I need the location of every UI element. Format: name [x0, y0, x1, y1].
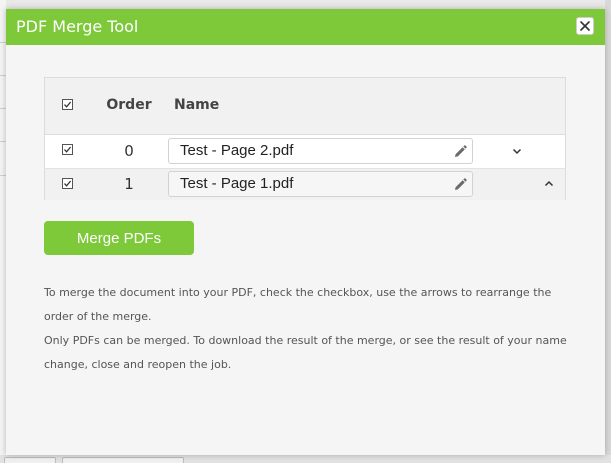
instructions-line-2: Only PDFs can be merged. To download the…	[44, 334, 567, 371]
row-order: 0	[124, 142, 134, 160]
dialog-header: PDF Merge Tool	[6, 9, 605, 45]
column-header-name[interactable]: Name	[174, 97, 219, 113]
filename-field[interactable]: Test - Page 2.pdf	[168, 138, 473, 164]
background-app-bottom-edge	[0, 455, 611, 463]
check-icon	[64, 146, 72, 153]
pencil-icon[interactable]	[452, 144, 468, 160]
close-button[interactable]	[576, 17, 594, 35]
select-all-checkbox[interactable]	[62, 99, 73, 110]
instructions-line-1: To merge the document into your PDF, che…	[44, 286, 552, 323]
row-checkbox[interactable]	[62, 178, 73, 189]
row-checkbox[interactable]	[62, 144, 73, 155]
chevron-up-icon[interactable]	[543, 178, 555, 190]
column-header-order[interactable]: Order	[101, 97, 157, 113]
row-order: 1	[124, 175, 134, 193]
check-icon	[64, 180, 72, 187]
merge-pdfs-button[interactable]: Merge PDFs	[44, 221, 194, 255]
close-icon	[580, 21, 590, 31]
filename-text: Test - Page 1.pdf	[180, 175, 294, 192]
pencil-icon[interactable]	[452, 177, 468, 193]
background-app-right-edge	[605, 0, 611, 463]
filename-field[interactable]: Test - Page 1.pdf	[168, 171, 473, 197]
pdf-merge-dialog: PDF Merge Tool Order Name 0 Test - Page …	[6, 9, 605, 455]
chevron-down-icon[interactable]	[511, 145, 523, 157]
dialog-title: PDF Merge Tool	[16, 17, 139, 36]
filename-text: Test - Page 2.pdf	[180, 142, 294, 159]
table-row: 1 Test - Page 1.pdf	[45, 169, 565, 200]
check-icon	[64, 101, 72, 108]
pdf-table: Order Name 0 Test - Page 2.pdf 1 Test - …	[44, 77, 566, 200]
table-header: Order Name	[45, 78, 565, 135]
instructions-text: To merge the document into your PDF, che…	[44, 281, 584, 377]
table-row: 0 Test - Page 2.pdf	[45, 135, 565, 169]
